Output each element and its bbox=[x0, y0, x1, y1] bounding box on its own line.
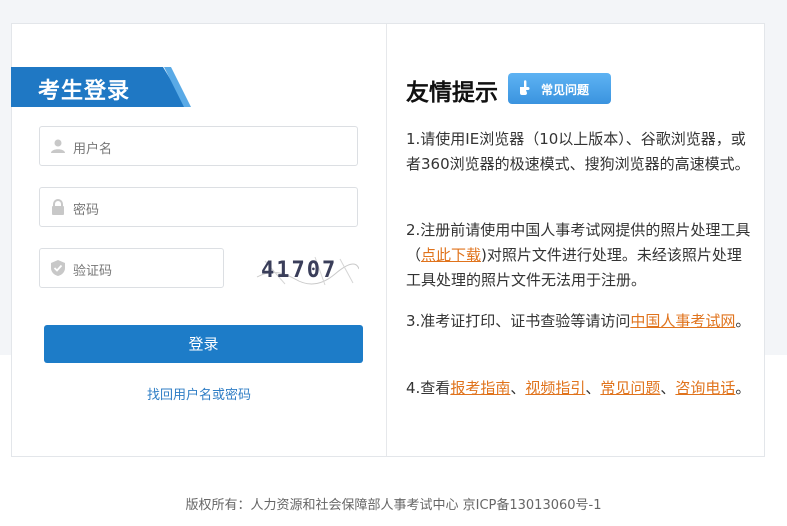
separator: 、 bbox=[510, 379, 526, 397]
tip-3: 3.准考证打印、证书查验等请访问中国人事考试网。 bbox=[406, 309, 751, 334]
cpta-website-link[interactable]: 中国人事考试网 bbox=[630, 312, 735, 330]
faq-link[interactable]: 常见问题 bbox=[600, 379, 660, 397]
tip-1: 1.请使用IE浏览器（10以上版本）、谷歌浏览器，或者360浏览器的极速模式、搜… bbox=[406, 130, 750, 173]
pointing-hand-icon bbox=[520, 80, 530, 95]
tip-3-text-b: 。 bbox=[735, 312, 751, 330]
username-field[interactable]: 用户名 bbox=[39, 126, 358, 166]
footer-copyright: 版权所有：人力资源和社会保障部人事考试中心 京ICP备13013060号-1 bbox=[185, 498, 602, 513]
panel-divider bbox=[386, 24, 387, 456]
tip-4-end: 。 bbox=[735, 379, 751, 397]
faq-label: 常见问题 bbox=[541, 83, 590, 97]
tip-3-text-a: 3.准考证打印、证书查验等请访问 bbox=[406, 312, 631, 330]
hotline-link[interactable]: 咨询电话 bbox=[675, 379, 735, 397]
password-placeholder: 密码 bbox=[73, 203, 100, 218]
video-guide-link[interactable]: 视频指引 bbox=[525, 379, 585, 397]
separator: 、 bbox=[585, 379, 601, 397]
faq-button[interactable]: 常见问题 bbox=[508, 73, 611, 104]
password-field[interactable]: 密码 bbox=[39, 187, 358, 227]
captcha-field[interactable]: 验证码 bbox=[39, 248, 224, 288]
lock-icon bbox=[52, 199, 64, 215]
username-placeholder: 用户名 bbox=[73, 142, 113, 157]
shield-check-icon bbox=[51, 260, 65, 276]
login-button[interactable]: 登录 bbox=[44, 325, 363, 363]
separator: 、 bbox=[660, 379, 676, 397]
login-title: 考生登录 bbox=[38, 79, 131, 104]
tip-4: 4.查看报考指南、视频指引、常见问题、咨询电话。 bbox=[406, 376, 751, 401]
captcha-placeholder: 验证码 bbox=[73, 264, 113, 279]
user-icon bbox=[51, 139, 65, 153]
tips-title: 友情提示 bbox=[406, 80, 498, 106]
exam-guide-link[interactable]: 报考指南 bbox=[450, 379, 510, 397]
tip-4-text-a: 4.查看 bbox=[406, 379, 451, 397]
photo-tool-download-link[interactable]: 点此下载 bbox=[421, 246, 481, 264]
login-card: 考生登录 用户名 密码 验证码 41707 登录 找回用户名或密码 友情提示 常… bbox=[11, 23, 765, 457]
tip-2: 2.注册前请使用中国人事考试网提供的照片处理工具（点此下载)对照片文件进行处理。… bbox=[406, 218, 751, 293]
captcha-image[interactable]: 41707 bbox=[255, 249, 359, 289]
captcha-text: 41707 bbox=[261, 258, 337, 283]
forgot-credentials-link[interactable]: 找回用户名或密码 bbox=[12, 384, 386, 403]
